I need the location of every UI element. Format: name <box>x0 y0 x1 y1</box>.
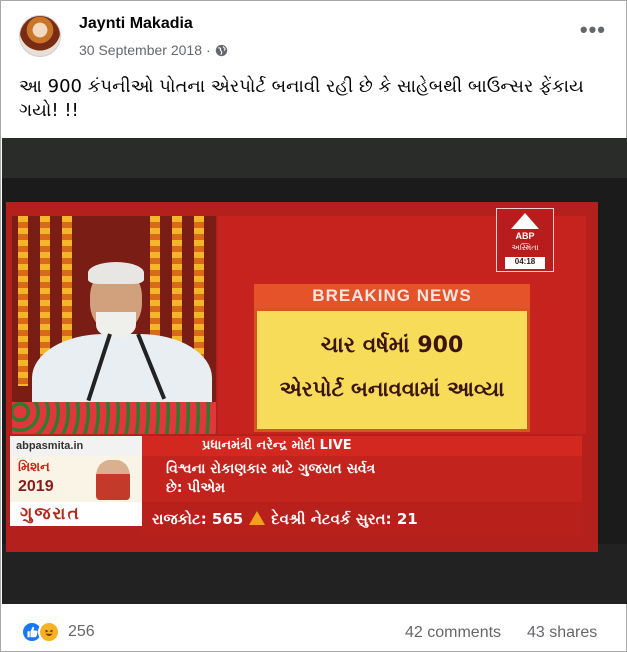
author-avatar[interactable] <box>19 15 61 57</box>
speaker-beard <box>96 312 136 338</box>
breaking-news-box: ચાર વર્ષમાં 900 એરપોર્ટ બનાવવામાં આવ્યા <box>254 308 530 432</box>
author-name[interactable]: Jaynti Makadia <box>79 15 193 33</box>
ticker-triangle-icon <box>249 511 266 525</box>
globe-icon <box>215 44 227 56</box>
headline-line-1: વિશ્વના રોકાણકાર માટે ગુજરાત સર્વત્ર <box>166 461 376 477</box>
haha-icon <box>38 621 60 643</box>
post-photo[interactable]: ABP અસ્મિતા 04:18 BREAKING NEWS ચાર વર્ષ… <box>2 138 627 604</box>
facebook-post-card: Jaynti Makadia 30 September 2018 · ••• આ… <box>0 0 627 652</box>
logo-brand: ABP <box>515 231 535 241</box>
comments-link[interactable]: 42 comments <box>405 624 501 642</box>
tv-frame-bottom <box>2 544 627 604</box>
logo-triangle-icon <box>511 213 539 229</box>
post-meta: 30 September 2018 · <box>79 42 228 58</box>
channel-logo: ABP અસ્મિતા 04:18 <box>496 208 554 272</box>
meta-separator: · <box>205 42 211 58</box>
shares-link[interactable]: 43 shares <box>527 624 597 642</box>
mission-badge: મિશન 2019 <box>10 456 142 502</box>
mission-year: 2019 <box>18 478 54 495</box>
post-date[interactable]: 30 September 2018 <box>79 42 202 58</box>
news-ticker: રાજકોટ: 565 દેવશ્રી નેટવર્ક સુરત: 21 <box>142 502 582 536</box>
ticker-right: દેવશ્રી નેટવર્ક સુરત: 21 <box>271 510 418 528</box>
breaking-news-label: BREAKING NEWS <box>254 284 530 308</box>
speaker-hair <box>88 262 144 284</box>
mission-figure <box>96 460 130 500</box>
garland <box>18 216 28 386</box>
headline-line-2: છે: પીએમ <box>166 480 226 496</box>
channel-url: abpasmita.in <box>10 436 142 456</box>
live-bar: પ્રધાનમંત્રી નરેન્દ્ર મોદી LIVE <box>142 436 582 456</box>
logo-channel-name: અસ્મિતા <box>511 243 539 252</box>
tv-frame-top <box>2 138 627 178</box>
reaction-summary[interactable]: 256 <box>21 621 95 643</box>
state-label: ગુજરાત <box>10 502 142 526</box>
logo-time: 04:18 <box>505 257 545 269</box>
speaker-scene <box>12 216 216 434</box>
reaction-count: 256 <box>68 623 95 640</box>
post-caption: આ 900 કંપનીઓ પોતના એરપોર્ટ બનાવી રહી છે … <box>19 76 584 121</box>
ticker-left: રાજકોટ: 565 <box>152 510 244 528</box>
mission-title: મિશન <box>18 460 50 475</box>
more-options-icon[interactable]: ••• <box>580 19 606 41</box>
breaking-line-1: ચાર વર્ષમાં 900 <box>320 333 464 358</box>
flower-bed <box>12 402 216 434</box>
breaking-line-2: એરપોર્ટ બનાવવામાં આવ્યા <box>279 377 505 401</box>
headline-bar: વિશ્વના રોકાણકાર માટે ગુજરાત સર્વત્ર છે:… <box>142 456 582 502</box>
post-footer: 256 42 comments 43 shares <box>1 605 627 652</box>
tv-screen: ABP અસ્મિતા 04:18 BREAKING NEWS ચાર વર્ષ… <box>6 202 598 552</box>
